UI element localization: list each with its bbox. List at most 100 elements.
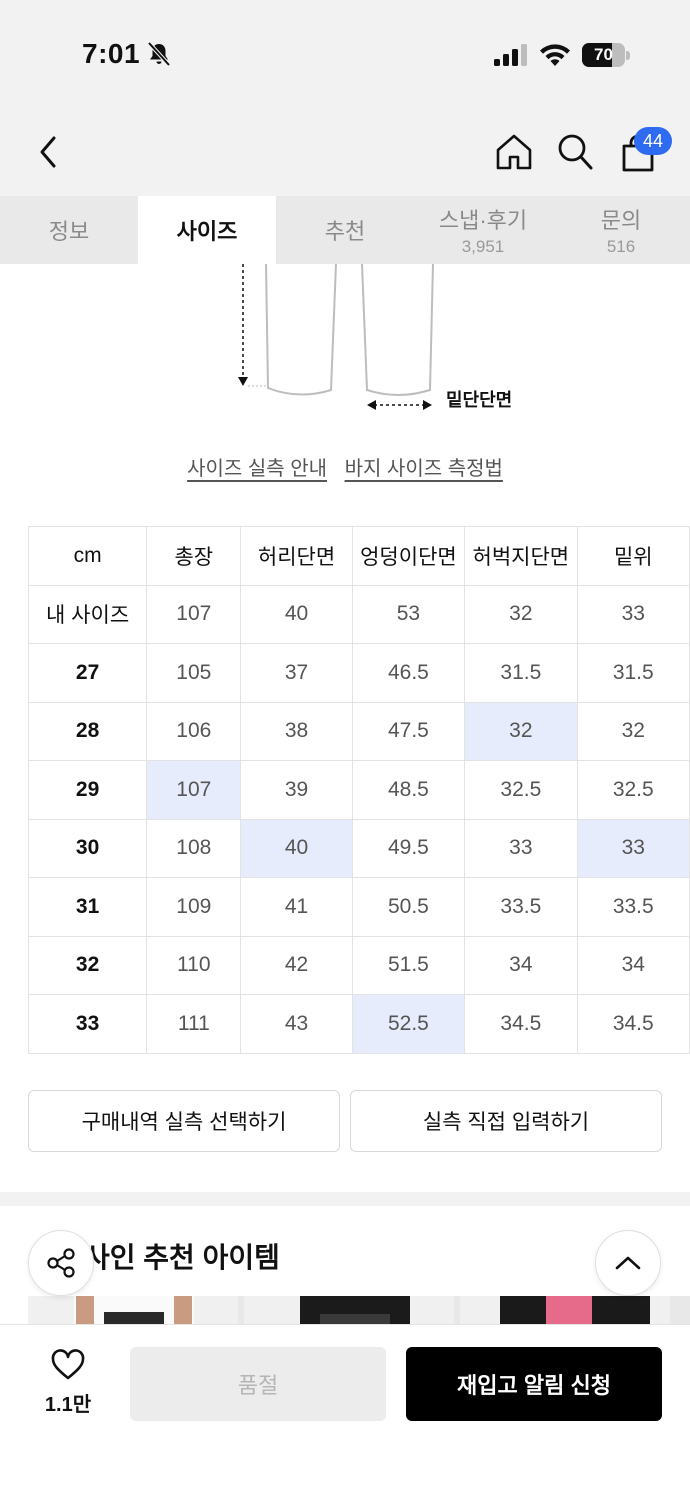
table-cell: 31.5 [464,643,578,703]
row-label: 28 [27,701,148,761]
table-cell: 34.5 [576,994,690,1054]
row-label: 31 [27,877,148,937]
pants-measure-link[interactable]: 바지 사이즈 측정법 [345,458,503,480]
top-area: 7:01 70 44 [0,0,690,196]
tab-label: 문의 [600,208,642,233]
table-cell: 53 [351,584,466,644]
recommend-item-thumb[interactable] [460,1296,670,1326]
table-cell-match: 52.5 [351,994,466,1054]
tab-inquiry[interactable]: 문의 516 [552,196,690,264]
table-cell: 37 [240,643,353,703]
table-row-my-size: 내 사이즈 107 40 53 32 33 [27,584,690,644]
table-cell: 32 [576,701,690,761]
table-cell: 110 [146,935,242,995]
table-cell: 41 [240,877,353,937]
soldout-button: 품절 [130,1347,386,1421]
bell-muted-icon [147,41,171,67]
row-label: 29 [27,760,148,820]
table-row: 32 110 42 51.5 34 34 [27,935,690,995]
table-header: 허리단면 [240,526,353,586]
table-cell: 43 [240,994,353,1054]
table-cell: 33 [464,818,578,878]
purchase-history-measure-button[interactable]: 구매내역 실측 선택하기 [28,1090,340,1152]
tab-snap-review[interactable]: 스냅·후기 3,951 [414,196,552,264]
like-button[interactable]: 1.1만 [40,1349,96,1419]
table-cell: 33.5 [464,877,578,937]
size-guide-link[interactable]: 사이즈 실측 안내 [187,458,327,480]
table-row: 33 111 43 52.5 34.5 34.5 [27,994,690,1054]
chevron-up-icon [615,1256,641,1270]
table-cell-match: 33 [576,818,690,878]
table-cell: 46.5 [351,643,466,703]
tab-label: 사이즈 [176,219,238,244]
heart-icon [51,1349,85,1380]
table-cell: 106 [146,701,242,761]
table-cell: 32.5 [464,760,578,820]
table-row: 31 109 41 50.5 33.5 33.5 [27,877,690,937]
tab-label: 스냅·후기 [438,208,528,233]
table-cell: 51.5 [351,935,466,995]
recommend-item-thumb[interactable] [28,1296,238,1326]
battery-indicator: 70 [582,43,630,69]
table-row: 29 107 39 48.5 32.5 32.5 [27,760,690,820]
share-button[interactable] [28,1230,94,1296]
scroll-top-button[interactable] [595,1230,661,1296]
table-cell: 33.5 [576,877,690,937]
tab-label: 정보 [48,219,90,244]
wifi-icon [540,44,570,66]
table-cell: 49.5 [351,818,466,878]
table-header-row: cm 총장 허리단면 엉덩이단면 허벅지단면 밑위 [27,526,690,586]
table-cell: 105 [146,643,242,703]
table-cell-match: 107 [146,760,242,820]
restock-alert-button[interactable]: 재입고 알림 신청 [406,1347,662,1421]
table-cell: 111 [146,994,242,1054]
recommend-section-title: 사인 추천 아이템 [84,1242,280,1273]
tab-info[interactable]: 정보 [0,196,138,264]
product-tabs: 정보 사이즈 추천 스냅·후기 3,951 문의 516 [0,196,690,264]
battery-percent: 70 [594,45,613,64]
recommend-item-thumb[interactable] [244,1296,454,1326]
home-icon[interactable] [494,132,534,172]
table-row: 27 105 37 46.5 31.5 31.5 [27,643,690,703]
table-cell: 40 [240,584,353,644]
tab-size[interactable]: 사이즈 [138,196,276,264]
table-cell: 32.5 [576,760,690,820]
table-cell: 42 [240,935,353,995]
table-cell: 32 [464,584,578,644]
table-header: 총장 [146,526,242,586]
table-row: 30 108 40 49.5 33 33 [27,818,690,878]
status-time: 7:01 [82,38,141,69]
search-icon[interactable] [556,132,594,172]
table-cell-match: 32 [464,701,578,761]
like-count: 1.1만 [44,1394,92,1416]
table-cell: 50.5 [351,877,466,937]
table-cell: 34.5 [464,994,578,1054]
back-arrow-icon[interactable] [34,134,62,170]
status-bar: 7:01 70 [0,0,690,110]
row-label: 내 사이즈 [27,584,148,644]
tab-count: 516 [606,237,636,256]
manual-measure-input-button[interactable]: 실측 직접 입력하기 [350,1090,662,1152]
table-cell: 48.5 [351,760,466,820]
table-cell: 38 [240,701,353,761]
table-row: 28 106 38 47.5 32 32 [27,701,690,761]
bottom-action-bar: 1.1만 품절 재입고 알림 신청 [0,1324,690,1500]
table-header: 엉덩이단면 [351,526,466,586]
table-header: cm [27,526,148,586]
section-divider [0,1192,690,1206]
table-header: 허벅지단면 [464,526,578,586]
row-label: 27 [27,643,148,703]
size-guide-links: 사이즈 실측 안내 바지 사이즈 측정법 [0,452,690,481]
cart-count-badge: 44 [634,127,672,155]
table-cell: 108 [146,818,242,878]
table-cell: 34 [576,935,690,995]
table-header: 밑위 [576,526,690,586]
size-table: cm 총장 허리단면 엉덩이단면 허벅지단면 밑위 내 사이즈 107 40 5… [27,526,690,1054]
table-cell-match: 40 [240,818,353,878]
signal-icon [494,44,527,66]
tab-recommend[interactable]: 추천 [276,196,414,264]
hem-width-label: 밑단단면 [446,390,512,411]
row-label: 32 [27,935,148,995]
row-label: 30 [27,818,148,878]
pants-size-diagram: 밑단단면 [238,264,512,411]
